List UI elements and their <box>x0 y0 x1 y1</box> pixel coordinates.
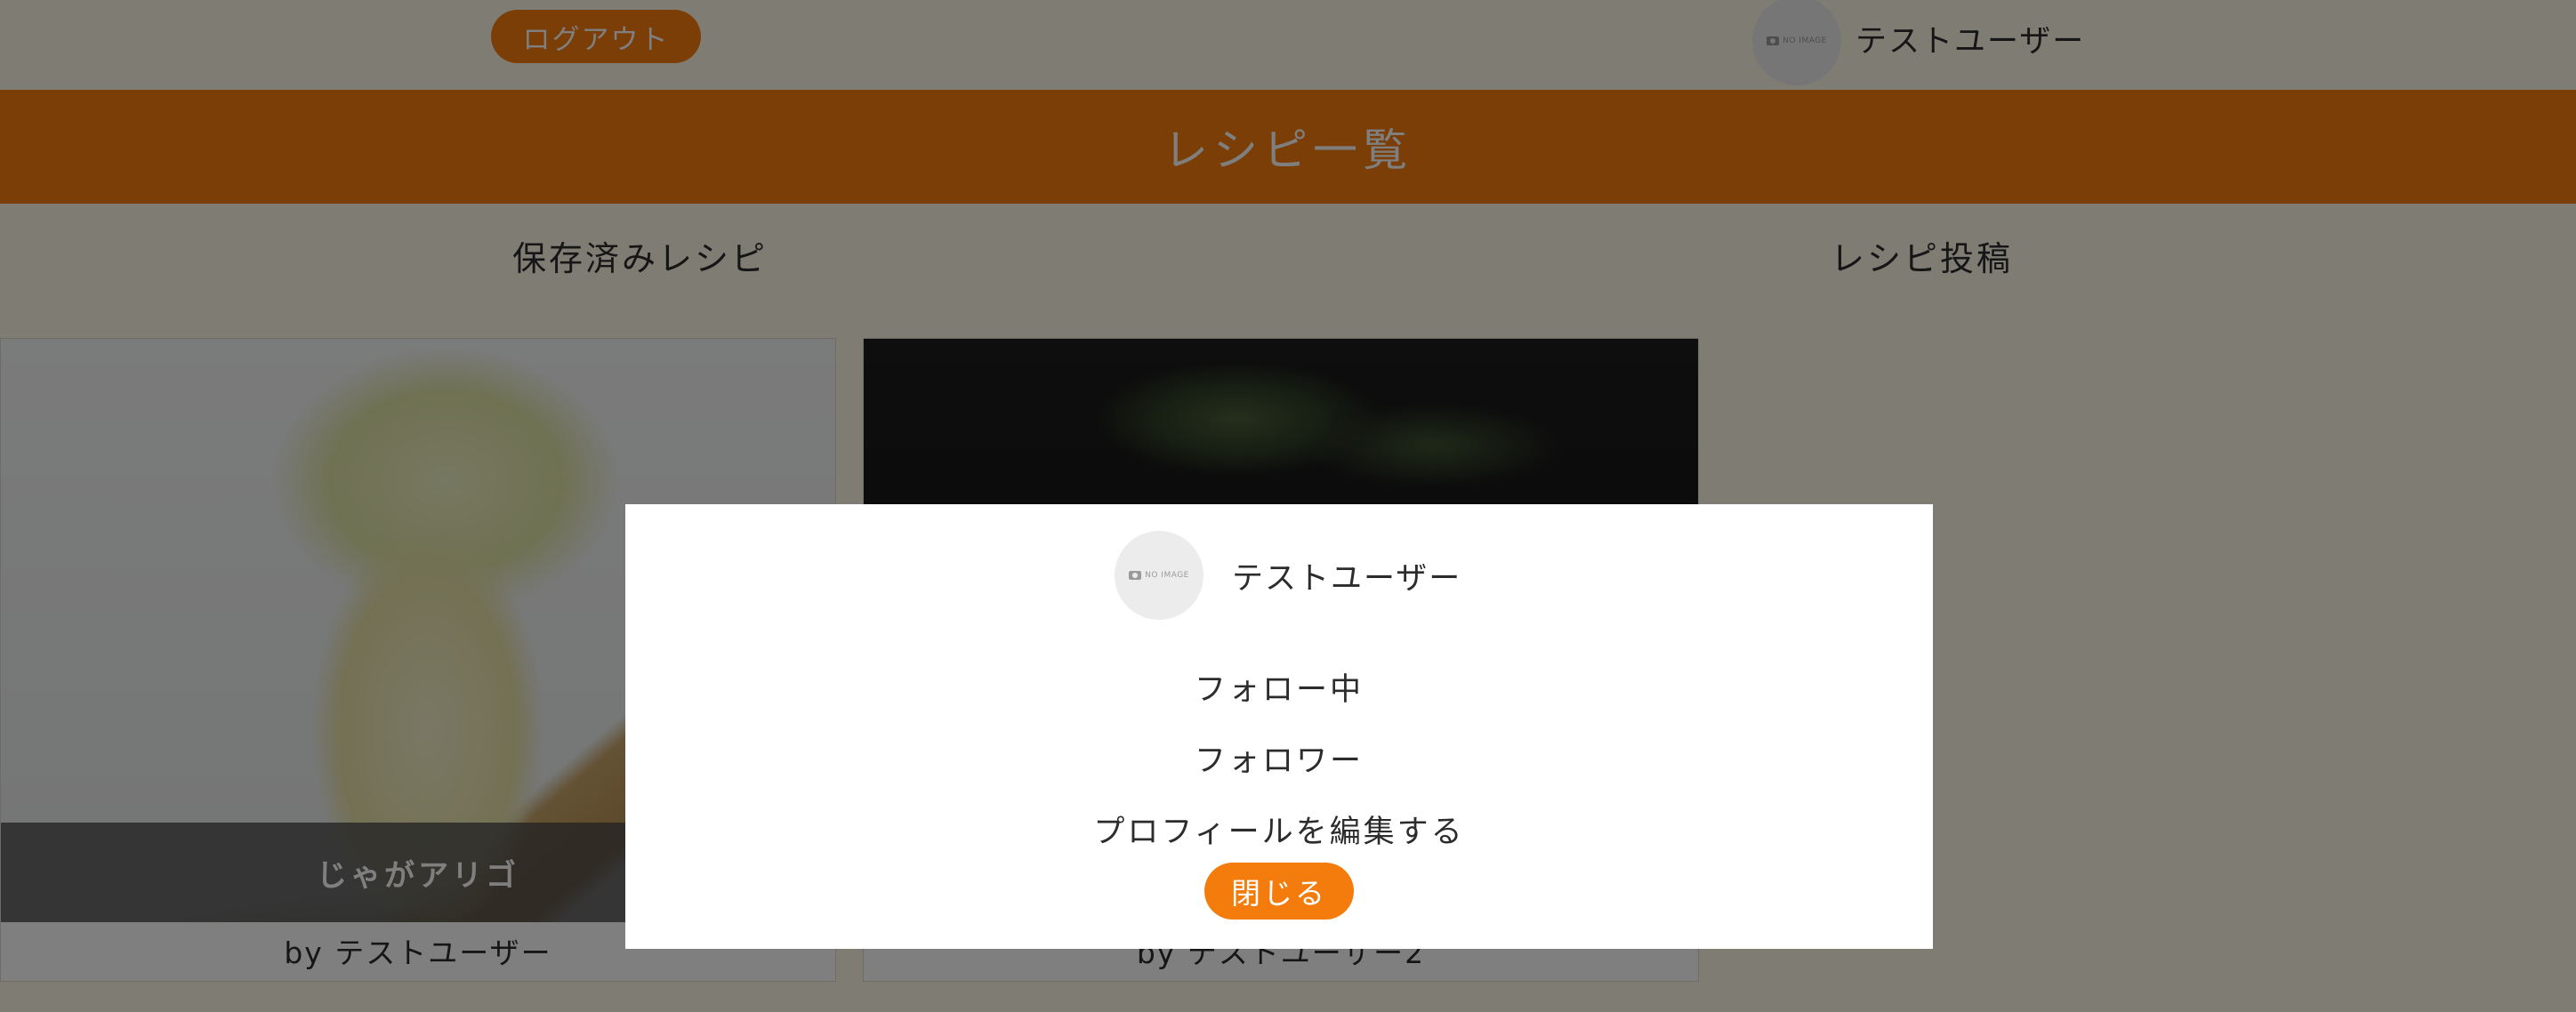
followers-link[interactable]: フォロワー <box>625 735 1933 781</box>
modal-user-name: テストユーザー <box>1232 561 1462 597</box>
recipe-list-page: ログアウト NO IMAGE テストユーザー レシピ一覧 保存済みレシピ レシピ… <box>0 0 2576 1012</box>
camera-icon <box>1129 571 1142 580</box>
no-image-label: NO IMAGE <box>1145 571 1189 580</box>
edit-profile-link[interactable]: プロフィールを編集する <box>625 807 1933 852</box>
close-button[interactable]: 閉じる <box>1204 863 1354 920</box>
modal-avatar: NO IMAGE <box>1115 531 1203 620</box>
user-menu-modal: NO IMAGE テストユーザー フォロー中 フォロワー プロフィールを編集する… <box>625 504 1933 949</box>
following-link[interactable]: フォロー中 <box>625 664 1933 710</box>
